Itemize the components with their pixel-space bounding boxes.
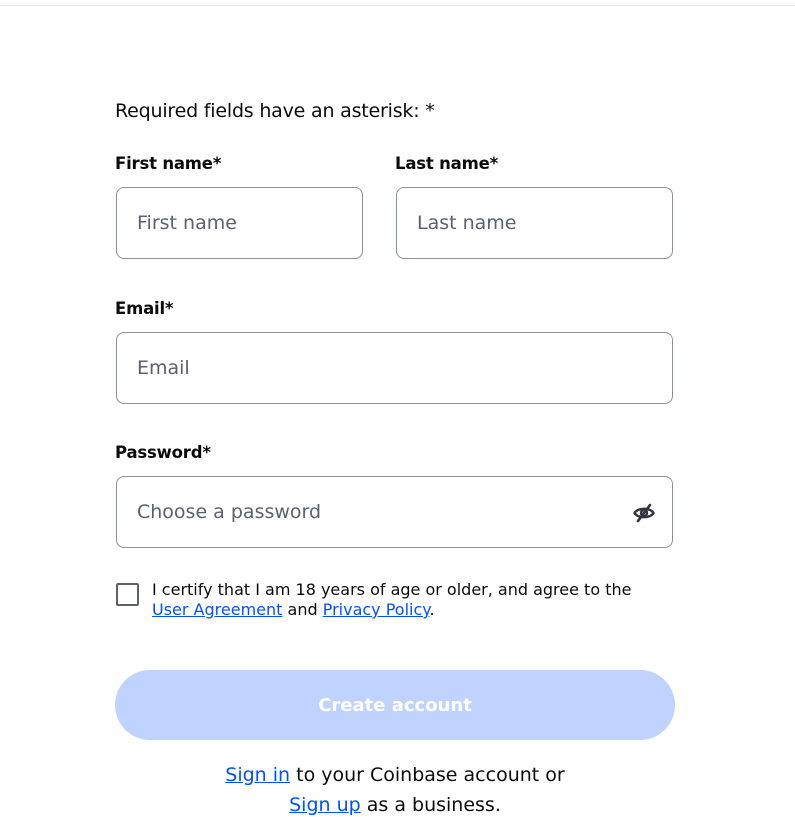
password-label: Password* bbox=[115, 443, 211, 462]
password-field bbox=[116, 476, 673, 548]
privacy-policy-link[interactable]: Privacy Policy bbox=[323, 600, 430, 619]
password-input[interactable] bbox=[117, 477, 672, 547]
first-name-input[interactable] bbox=[117, 188, 362, 258]
eye-slash-icon[interactable] bbox=[632, 501, 656, 525]
first-name-field bbox=[116, 187, 363, 259]
certify-text-before: I certify that I am 18 years of age or o… bbox=[152, 580, 632, 599]
sign-in-text: to your Coinbase account or bbox=[290, 764, 565, 786]
sign-up-business-link[interactable]: Sign up bbox=[289, 794, 361, 816]
last-name-label: Last name* bbox=[395, 154, 498, 173]
email-field bbox=[116, 332, 673, 404]
user-agreement-link[interactable]: User Agreement bbox=[152, 600, 282, 619]
sign-up-text: as a business. bbox=[360, 794, 501, 816]
sign-up-line: Sign up as a business. bbox=[115, 793, 675, 817]
age-certify-text: I certify that I am 18 years of age or o… bbox=[152, 580, 672, 620]
certify-text-end: . bbox=[429, 600, 435, 619]
email-input[interactable] bbox=[117, 333, 672, 403]
sign-in-line: Sign in to your Coinbase account or bbox=[115, 763, 675, 787]
header-divider bbox=[0, 5, 795, 6]
email-label: Email* bbox=[115, 299, 174, 318]
first-name-label: First name* bbox=[115, 154, 222, 173]
last-name-field bbox=[396, 187, 673, 259]
required-fields-note: Required fields have an asterisk: * bbox=[115, 100, 435, 122]
certify-text-and: and bbox=[282, 600, 323, 619]
age-certify-checkbox[interactable] bbox=[116, 583, 139, 606]
create-account-button[interactable]: Create account bbox=[115, 670, 675, 740]
last-name-input[interactable] bbox=[397, 188, 672, 258]
sign-in-link[interactable]: Sign in bbox=[225, 764, 290, 786]
